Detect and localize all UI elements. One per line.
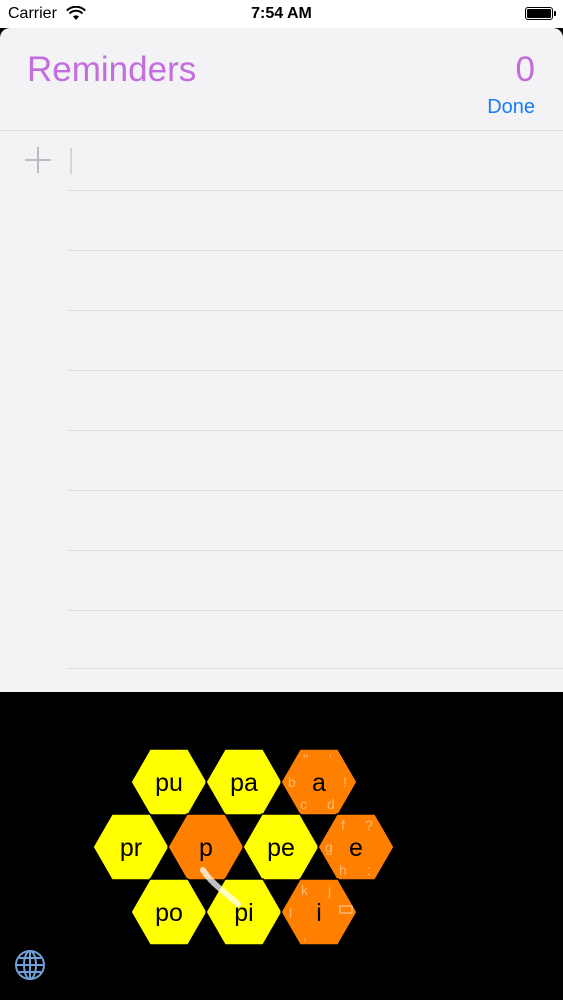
hint-char: : — [367, 862, 371, 878]
key-a[interactable]: a " ' b ! c d — [280, 748, 358, 816]
hint-char: l — [289, 905, 292, 921]
key-po[interactable]: po — [130, 878, 208, 946]
hint-char: ? — [365, 817, 373, 833]
reminder-count: 0 — [515, 50, 535, 89]
hint-char: d — [327, 796, 335, 812]
hint-char: f — [341, 817, 345, 833]
hint-char: " — [303, 751, 308, 767]
hex-keyboard-grid: pu pa a " ' b ! c d pr p pe e f ? g h: … — [92, 748, 395, 946]
hex-keyboard: pu pa a " ' b ! c d pr p pe e f ? g h: … — [0, 692, 563, 1000]
key-pa-label: pa — [230, 769, 258, 797]
row-line — [68, 190, 563, 191]
separator-line — [0, 130, 563, 131]
hint-char: b — [288, 774, 296, 790]
globe-icon[interactable] — [14, 949, 46, 981]
hint-char: ' — [329, 751, 332, 767]
status-time: 7:54 AM — [251, 5, 312, 22]
key-pe[interactable]: pe — [242, 813, 320, 881]
key-e-label: e — [349, 834, 363, 862]
hint-char: k — [301, 882, 309, 898]
key-i-label: i — [316, 899, 322, 927]
row-line — [68, 610, 563, 611]
reminders-card: Reminders 0 Done — [0, 28, 563, 692]
hint-char: ! — [343, 774, 347, 790]
hint-char: g — [325, 839, 333, 855]
key-a-label: a — [312, 769, 326, 797]
key-pu[interactable]: pu — [130, 748, 208, 816]
key-pr[interactable]: pr — [92, 813, 170, 881]
done-button[interactable]: Done — [487, 96, 535, 119]
row-line — [68, 550, 563, 551]
add-icon[interactable] — [24, 146, 52, 174]
hint-char: c — [300, 796, 307, 812]
key-pa[interactable]: pa — [205, 748, 283, 816]
battery-icon — [525, 7, 556, 20]
new-reminder-input[interactable] — [70, 148, 72, 174]
list-title: Reminders — [27, 50, 197, 89]
key-pr-label: pr — [120, 834, 142, 862]
row-line — [68, 310, 563, 311]
row-line — [68, 370, 563, 371]
status-bar: Carrier 7:54 AM — [0, 0, 563, 28]
key-i[interactable]: i k j l , — [280, 878, 358, 946]
key-pe-label: pe — [267, 834, 295, 862]
key-po-label: po — [155, 899, 183, 927]
hint-char: , — [303, 927, 307, 943]
key-pu-label: pu — [155, 769, 183, 797]
row-line — [68, 668, 563, 669]
hint-char: h — [339, 862, 347, 878]
key-p-label: p — [199, 834, 213, 862]
hint-char: j — [327, 882, 331, 898]
row-line — [68, 250, 563, 251]
row-line — [68, 430, 563, 431]
row-line — [68, 490, 563, 491]
key-e[interactable]: e f ? g h : — [317, 813, 395, 881]
